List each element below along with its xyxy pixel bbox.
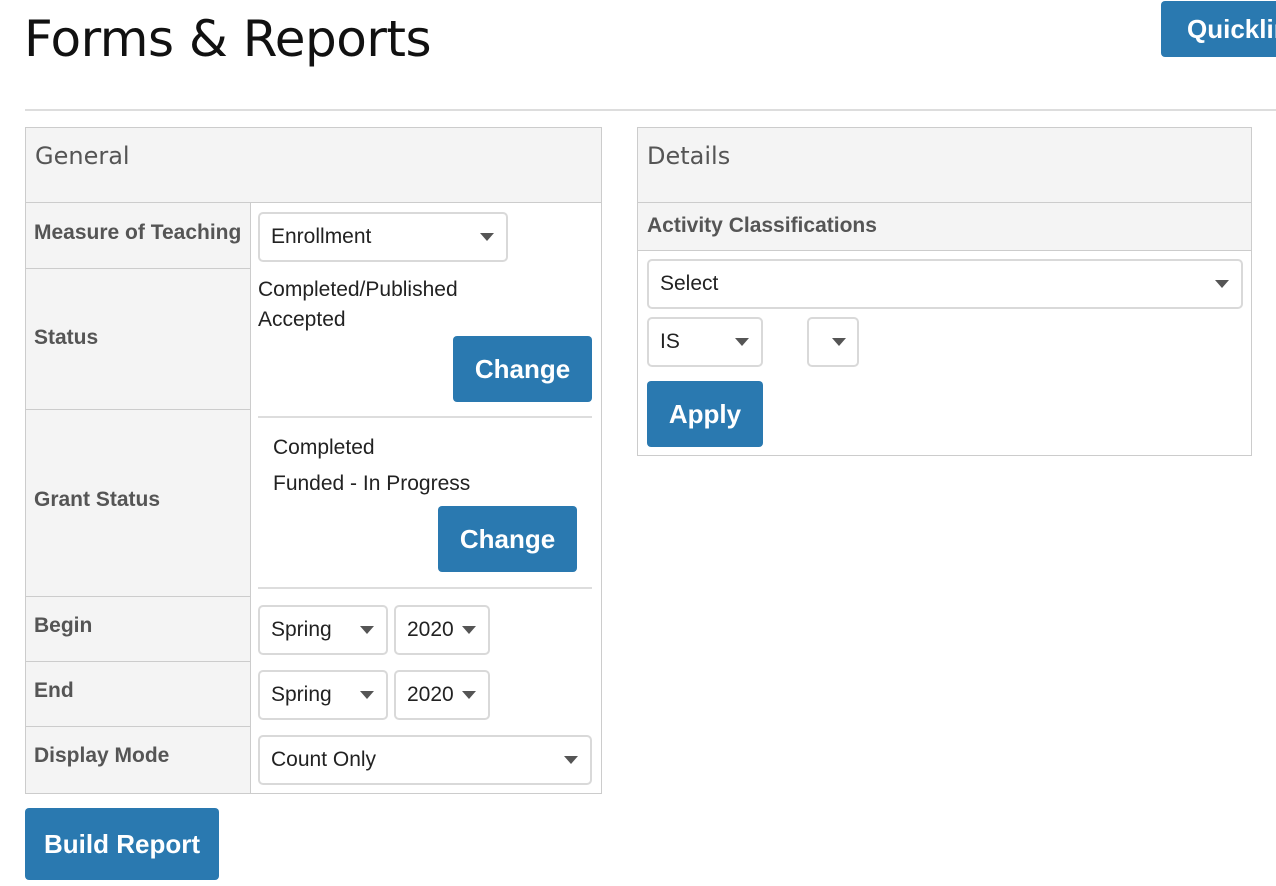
grant-status-value-1: Completed: [273, 436, 375, 459]
end-year-select[interactable]: 2020: [394, 670, 490, 720]
operator-select[interactable]: IS: [647, 317, 763, 367]
chevron-down-icon: [462, 626, 476, 634]
grant-status-divider: [258, 587, 592, 589]
chevron-down-icon: [360, 691, 374, 699]
chevron-down-icon: [462, 691, 476, 699]
end-term-value: Spring: [271, 683, 332, 706]
grant-status-value-2: Funded - In Progress: [273, 472, 471, 495]
activity-classification-select[interactable]: Select: [647, 259, 1243, 309]
begin-term-value: Spring: [271, 618, 332, 641]
general-panel: General Measure of Teaching Status Grant…: [25, 127, 602, 794]
measure-of-teaching-select[interactable]: Enrollment: [258, 212, 508, 262]
measure-of-teaching-value: Enrollment: [271, 225, 372, 248]
details-panel: Details Activity Classifications Select …: [637, 127, 1252, 456]
label-grant-status: Grant Status: [26, 410, 250, 597]
label-begin: Begin: [26, 597, 250, 662]
grant-status-change-button[interactable]: Change: [438, 506, 577, 572]
label-status: Status: [26, 269, 250, 410]
begin-year-value: 2020: [407, 618, 454, 641]
label-end: End: [26, 662, 250, 727]
chevron-down-icon: [480, 233, 494, 241]
status-divider: [258, 416, 592, 418]
status-value-2: Accepted: [258, 308, 346, 331]
end-year-value: 2020: [407, 683, 454, 706]
end-term-select[interactable]: Spring: [258, 670, 388, 720]
chevron-down-icon: [832, 338, 846, 346]
activity-classification-value: Select: [660, 272, 719, 295]
apply-button[interactable]: Apply: [647, 381, 763, 447]
activity-classifications-heading: Activity Classifications: [638, 203, 1251, 251]
begin-term-select[interactable]: Spring: [258, 605, 388, 655]
operator-value: IS: [660, 330, 680, 353]
general-label-column: Measure of Teaching Status Grant Status …: [26, 203, 251, 793]
display-mode-value: Count Only: [271, 748, 377, 771]
label-measure-of-teaching: Measure of Teaching: [26, 203, 250, 269]
status-change-button[interactable]: Change: [453, 336, 592, 402]
chevron-down-icon: [360, 626, 374, 634]
chevron-down-icon: [564, 756, 578, 764]
quicklinks-button[interactable]: Quicklinks: [1161, 1, 1276, 57]
status-value-1: Completed/Published: [258, 278, 458, 301]
build-report-button[interactable]: Build Report: [25, 808, 219, 880]
begin-year-select[interactable]: 2020: [394, 605, 490, 655]
display-mode-select[interactable]: Count Only: [258, 735, 592, 785]
general-panel-heading: General: [26, 128, 601, 203]
page-title: Forms & Reports: [24, 10, 432, 68]
value-select[interactable]: [807, 317, 859, 367]
chevron-down-icon: [1215, 280, 1229, 288]
chevron-down-icon: [735, 338, 749, 346]
details-panel-heading: Details: [638, 128, 1251, 203]
label-display-mode: Display Mode: [34, 744, 170, 767]
title-divider: [25, 109, 1276, 111]
